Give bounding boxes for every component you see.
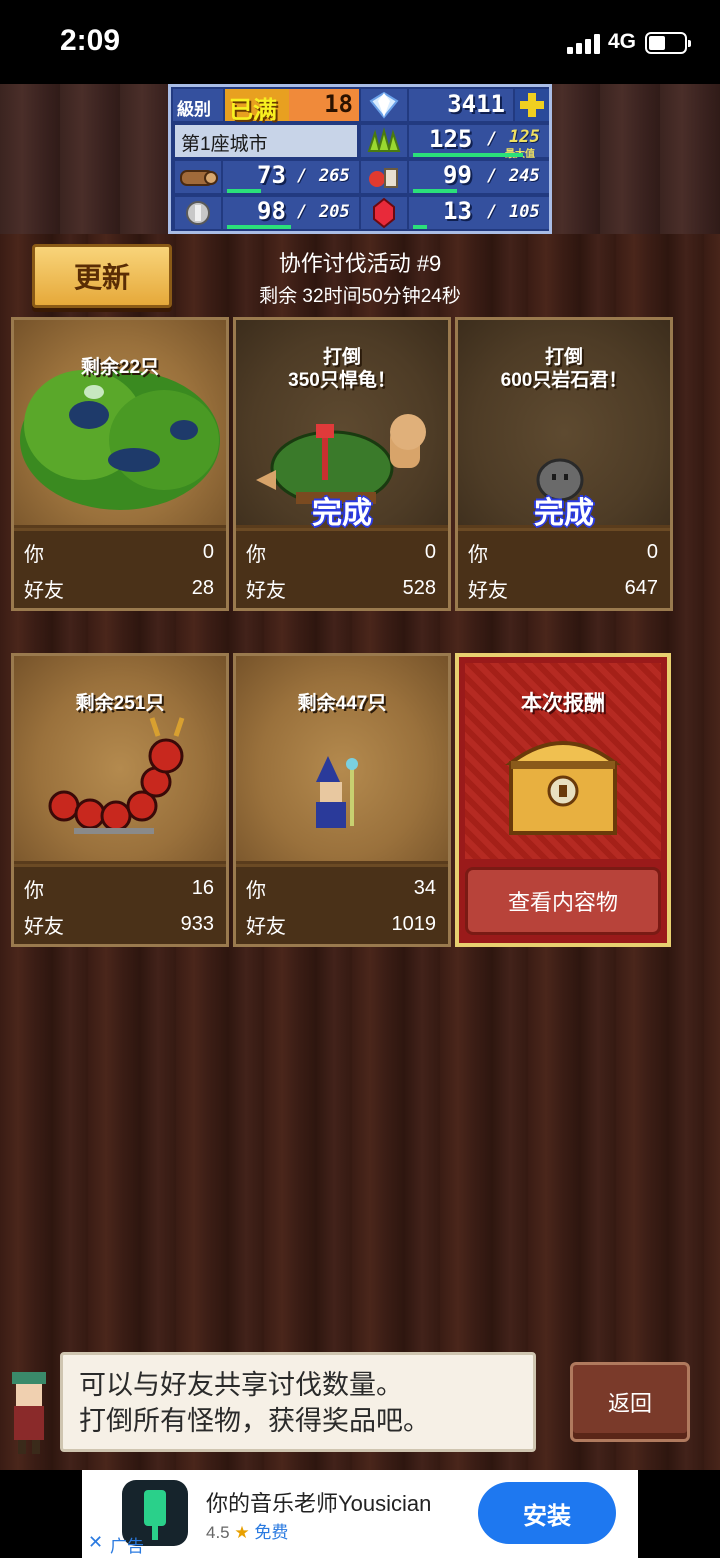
card-stats: 你0 好友 528 xyxy=(236,531,448,608)
event-time-remaining: 剩余 32时间50分钟24秒 xyxy=(259,286,461,307)
monster-card-slime[interactable]: 剩余22只 你0 好友 28 xyxy=(11,317,229,611)
ad-close-icon[interactable]: ✕ xyxy=(88,1532,103,1553)
ore-stat: 98 / 205 xyxy=(223,197,359,229)
grass-stat: 125 / 125 最大值 xyxy=(409,125,549,160)
grass-icon xyxy=(361,125,407,157)
friends-count: 28 xyxy=(191,576,214,599)
slime-monster-icon xyxy=(20,370,220,510)
you-count: 0 xyxy=(646,540,658,563)
battery-icon xyxy=(645,32,691,54)
completed-badge: 完成 xyxy=(312,497,372,530)
ad-rating: 4.5 xyxy=(206,1523,230,1542)
ruby-icon xyxy=(361,197,407,229)
install-button[interactable]: 安装 xyxy=(478,1482,616,1544)
event-title: 协作讨伐活动 #9 xyxy=(278,251,442,276)
guide-avatar xyxy=(0,1360,58,1460)
ruby-stat: 13 / 105 xyxy=(409,197,549,229)
level-value: 18 xyxy=(324,90,353,118)
friends-count: 933 xyxy=(180,912,214,935)
friends-count: 528 xyxy=(402,576,436,599)
card-stats: 你 16 好友 933 xyxy=(14,867,226,944)
gem-icon xyxy=(361,89,407,121)
level-badge: 已满 xyxy=(225,89,289,124)
card-art xyxy=(236,656,448,864)
card-art xyxy=(14,656,226,864)
card-label: 剩余447只 xyxy=(297,693,387,714)
level-bar: 已满 18 xyxy=(225,89,359,124)
card-art xyxy=(14,320,226,528)
ad-title: 你的音乐老师Yousician xyxy=(206,1491,432,1516)
ad-tag: 广告 xyxy=(110,1537,144,1556)
ore-icon xyxy=(175,197,221,229)
resource-hud: 級别 已满 18 3411 第1座城市 125 / 125 最大值 73 / xyxy=(168,84,552,234)
food-stat: 99 / 245 xyxy=(409,161,549,193)
wood-stat: 73 / 265 xyxy=(223,161,359,193)
level-label: 級别 xyxy=(173,89,223,121)
refresh-button[interactable]: 更新 xyxy=(32,244,172,308)
card-stats: 你0 好友 647 xyxy=(458,531,670,608)
you-count: 0 xyxy=(424,540,436,563)
you-count: 0 xyxy=(202,540,214,563)
game-screen: 級别 已满 18 3411 第1座城市 125 / 125 最大值 73 / xyxy=(0,84,720,1470)
network-type: 4G xyxy=(608,30,637,53)
wood-icon xyxy=(175,161,221,193)
monster-card-centipede[interactable]: 剩余251只 你 16 好友 933 xyxy=(11,653,229,947)
friends-count: 647 xyxy=(624,576,658,599)
monster-card-turtle[interactable]: 打倒 350只悍龟！ 完成 你0 好友 528 xyxy=(233,317,451,611)
monster-card-rock[interactable]: 打倒 600只岩石君！ 完成 你0 好友 647 xyxy=(455,317,673,611)
back-button[interactable]: 返回 xyxy=(570,1362,690,1442)
reward-title: 本次报酬 xyxy=(521,692,605,715)
card-label: 打倒 600只岩石君！ xyxy=(500,347,628,391)
guide-character-icon xyxy=(12,1372,46,1454)
you-count: 16 xyxy=(191,876,214,899)
gem-count: 3411 xyxy=(409,89,513,121)
status-bar: 2:09 4G xyxy=(0,0,720,84)
card-label: 打倒 350只悍龟！ xyxy=(288,347,396,391)
card-label: 剩余22只 xyxy=(80,357,160,378)
card-label: 剩余251只 xyxy=(75,693,165,714)
completed-badge: 完成 xyxy=(534,497,594,530)
friends-count: 1019 xyxy=(391,912,437,935)
add-gems-button[interactable] xyxy=(515,89,549,121)
status-time: 2:09 xyxy=(60,24,121,57)
ad-banner[interactable]: 你的音乐老师Yousician 4.5 ★ 免费 安装 ✕ 广告 xyxy=(82,1470,638,1558)
star-icon: ★ xyxy=(234,1523,250,1542)
ad-meta: 4.5 ★ 免费 xyxy=(206,1518,288,1543)
ad-price: 免费 xyxy=(254,1523,289,1542)
card-stats: 你0 好友 28 xyxy=(14,531,226,608)
monster-card-wizard[interactable]: 剩余447只 你 34 好友 1019 xyxy=(233,653,451,947)
food-icon xyxy=(361,161,407,193)
view-contents-button[interactable]: 查看内容物 xyxy=(465,867,661,935)
wizard-monster-icon xyxy=(316,756,358,828)
signal-icon xyxy=(567,34,601,54)
you-count: 34 xyxy=(413,876,436,899)
city-name: 第1座城市 xyxy=(175,125,357,157)
reward-card[interactable]: 本次报酬 查看内容物 xyxy=(455,653,671,947)
guide-message: 可以与好友共享讨伐数量。 打倒所有怪物，获得奖品吧。 xyxy=(60,1352,536,1452)
centipede-monster-icon xyxy=(48,717,185,834)
card-stats: 你 34 好友 1019 xyxy=(236,867,448,944)
